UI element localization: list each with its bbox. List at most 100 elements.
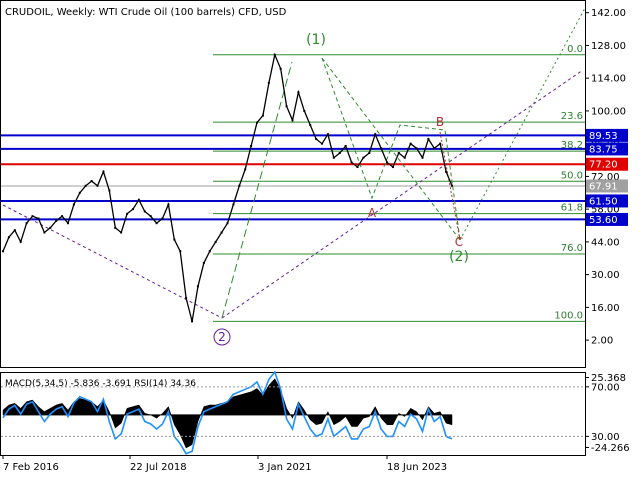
indicator-axis: 25.36870.0030.00-24.266 bbox=[585, 373, 630, 454]
price-point bbox=[338, 152, 341, 155]
price-point bbox=[386, 161, 389, 164]
price-chart[interactable]: CRUDOIL, Weekly: WTI Crude Oil (100 barr… bbox=[0, 0, 640, 480]
price-point bbox=[90, 180, 93, 183]
price-point bbox=[49, 226, 52, 229]
price-point bbox=[244, 168, 247, 171]
price-point bbox=[43, 231, 46, 234]
price-point bbox=[161, 217, 164, 220]
wave-line-purple-left bbox=[2, 204, 223, 319]
price-point bbox=[332, 156, 335, 159]
price-point bbox=[232, 203, 235, 206]
price-tick-label: 2.00 bbox=[591, 336, 613, 347]
price-point bbox=[451, 184, 453, 187]
price-point bbox=[226, 222, 229, 225]
price-point bbox=[126, 212, 129, 215]
price-point bbox=[155, 222, 158, 225]
price-point bbox=[421, 156, 424, 159]
price-tick-label: 128.00 bbox=[591, 41, 626, 52]
price-point bbox=[350, 161, 353, 164]
price-tick-label: 44.00 bbox=[591, 237, 620, 248]
price-tick-label: 16.00 bbox=[591, 303, 620, 314]
chart-window: CRUDOIL, Weekly: WTI Crude Oil (100 barr… bbox=[0, 0, 640, 480]
price-point bbox=[78, 191, 81, 194]
price-point bbox=[7, 236, 10, 239]
price-tick-label: 114.00 bbox=[591, 74, 626, 85]
price-point bbox=[214, 240, 217, 243]
price-point bbox=[256, 121, 259, 124]
wave-label: (1) bbox=[306, 32, 326, 48]
price-point bbox=[261, 114, 264, 117]
price-point bbox=[37, 217, 40, 220]
price-point bbox=[84, 184, 87, 187]
price-tick-label: 30.00 bbox=[591, 270, 620, 281]
price-point bbox=[273, 53, 276, 56]
price-point bbox=[55, 219, 58, 222]
price-point bbox=[114, 226, 117, 229]
price-point bbox=[31, 215, 34, 218]
fib-level-label: 100.0 bbox=[554, 310, 583, 321]
price-point bbox=[250, 144, 253, 147]
price-point bbox=[102, 170, 105, 173]
price-point bbox=[25, 222, 28, 225]
price-point bbox=[208, 250, 211, 253]
price-point bbox=[238, 184, 241, 187]
wave-label: A bbox=[368, 206, 377, 220]
wave-line-green-impulse bbox=[221, 61, 293, 319]
indicator-tick-label: -24.266 bbox=[591, 443, 630, 454]
price-level-tag-label: 83.75 bbox=[589, 144, 618, 155]
price-point bbox=[397, 152, 400, 155]
wave-label: (2) bbox=[449, 249, 469, 265]
price-point bbox=[2, 250, 4, 253]
price-point bbox=[415, 147, 418, 150]
price-point bbox=[185, 297, 188, 300]
wave-labels: (1) B A C(2) 2 bbox=[213, 32, 469, 346]
price-line bbox=[2, 52, 453, 322]
price-point bbox=[326, 133, 329, 136]
price-point bbox=[96, 184, 99, 187]
price-point bbox=[445, 170, 448, 173]
price-point bbox=[391, 166, 394, 169]
price-level-tag-label: 67.91 bbox=[589, 181, 618, 192]
price-point bbox=[196, 285, 199, 288]
price-point bbox=[72, 203, 75, 206]
price-level-tag-label: 53.60 bbox=[589, 215, 618, 226]
price-point bbox=[167, 203, 170, 206]
price-point bbox=[433, 147, 436, 150]
indicator-title: MACD(5,34,5) -5.836 -3.691 RSI(14) 34.36 bbox=[5, 379, 196, 389]
price-point bbox=[108, 189, 111, 192]
price-point bbox=[13, 229, 16, 232]
price-point bbox=[173, 238, 176, 241]
time-tick-label: 18 Jun 2023 bbox=[387, 462, 447, 473]
fib-level-label: 50.0 bbox=[561, 170, 583, 181]
price-tick-label: 142.00 bbox=[591, 8, 626, 19]
price-point bbox=[191, 320, 194, 323]
price-point bbox=[267, 81, 270, 84]
price-point bbox=[374, 133, 377, 136]
price-point bbox=[427, 137, 430, 140]
price-point bbox=[380, 147, 383, 150]
price-point bbox=[362, 156, 365, 159]
price-point bbox=[439, 142, 442, 145]
price-point bbox=[279, 67, 282, 70]
wave-label: C bbox=[455, 235, 463, 249]
price-point bbox=[149, 215, 152, 218]
indicator-tick-label: 30.00 bbox=[591, 432, 620, 443]
price-level-tag-label: 61.50 bbox=[589, 196, 618, 207]
price-point bbox=[202, 261, 205, 264]
price-axis: 142.00128.00114.00100.0086.0072.0058.004… bbox=[585, 8, 626, 347]
price-level-tag-label: 89.53 bbox=[589, 131, 618, 142]
price-series bbox=[2, 52, 453, 323]
price-point bbox=[291, 119, 294, 122]
price-point bbox=[368, 152, 371, 155]
time-axis: 7 Feb 2016 22 Jul 2018 3 Jan 2021 18 Jun 20… bbox=[2, 455, 447, 473]
price-point bbox=[297, 91, 300, 94]
price-point bbox=[143, 210, 146, 213]
chart-title: CRUDOIL, Weekly: WTI Crude Oil (100 barr… bbox=[5, 7, 287, 18]
fib-level-label: 61.8 bbox=[561, 203, 583, 214]
wave-label: B bbox=[436, 115, 444, 129]
fib-level-label: 76.0 bbox=[561, 243, 583, 254]
price-point bbox=[137, 198, 140, 201]
price-point bbox=[303, 109, 306, 112]
price-point bbox=[120, 231, 123, 234]
price-point bbox=[131, 208, 134, 211]
